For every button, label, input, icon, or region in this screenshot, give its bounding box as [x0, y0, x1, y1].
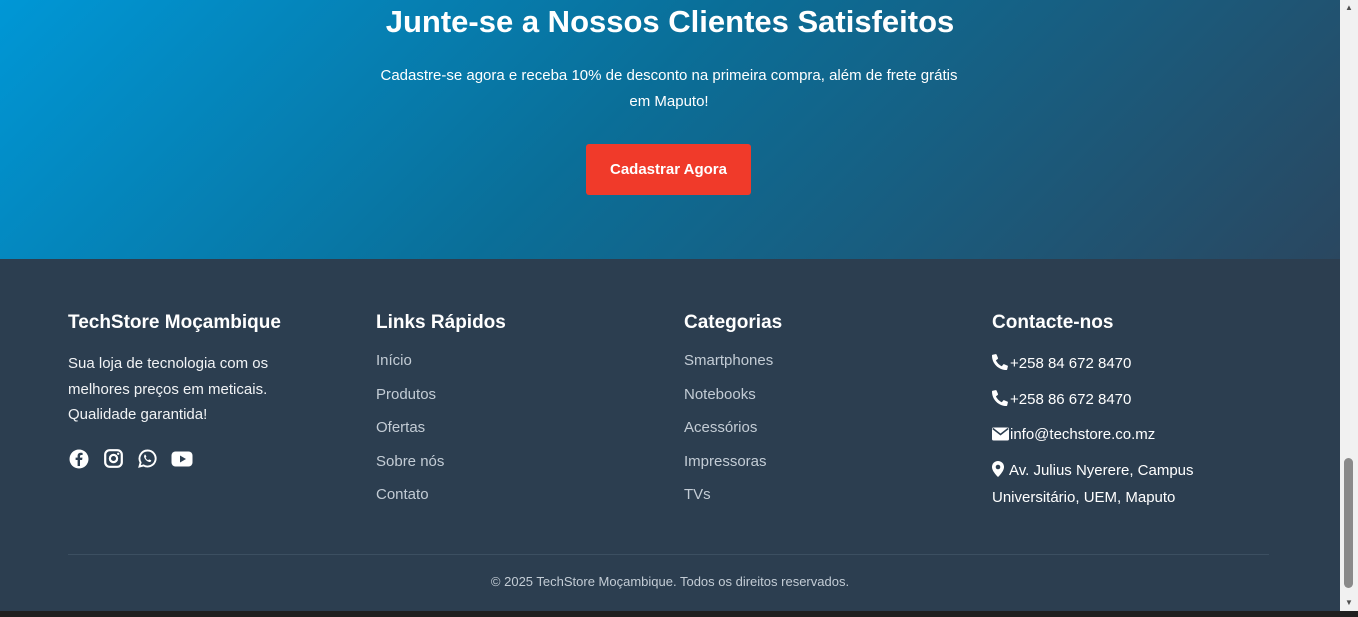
footer-link-products[interactable]: Produtos: [376, 385, 656, 405]
footer-divider: [68, 554, 1269, 555]
footer-link-offers[interactable]: Ofertas: [376, 418, 656, 438]
quick-links-list: Início Produtos Ofertas Sobre nós Contat…: [376, 351, 656, 505]
page-viewport: Junte-se a Nossos Clientes Satisfeitos C…: [0, 0, 1340, 611]
footer-categories-column: Categorias Smartphones Notebooks Acessór…: [684, 309, 964, 519]
quick-links-title: Links Rápidos: [376, 312, 506, 333]
phone-icon: [992, 353, 1010, 378]
contact-phone-2: +258 86 672 8470: [992, 387, 1232, 414]
youtube-icon[interactable]: [170, 448, 194, 470]
category-link-notebooks[interactable]: Notebooks: [684, 385, 964, 405]
category-link-tvs[interactable]: TVs: [684, 485, 964, 505]
copyright-text: © 2025 TechStore Moçambique. Todos os di…: [490, 574, 850, 589]
footer-about-text: Sua loja de tecnologia com os melhores p…: [68, 355, 269, 423]
categories-list: Smartphones Notebooks Acessórios Impress…: [684, 351, 964, 505]
contact-phone-1-text: +258 84 672 8470: [1010, 355, 1132, 372]
contact-list: +258 84 672 8470 +258 86 672 8470 info@t…: [992, 351, 1232, 510]
footer-brand-title: TechStore Moçambique: [68, 312, 281, 333]
footer-link-about[interactable]: Sobre nós: [376, 452, 656, 472]
scroll-down-arrow-icon[interactable]: ▼: [1340, 595, 1358, 611]
cta-description: Cadastre-se agora e receba 10% de descon…: [380, 67, 958, 110]
whatsapp-icon[interactable]: [136, 448, 158, 470]
category-link-printers[interactable]: Impressoras: [684, 452, 964, 472]
scrollbar-thumb[interactable]: [1344, 458, 1353, 588]
instagram-icon[interactable]: [102, 448, 124, 470]
contact-email: info@techstore.co.mz: [992, 422, 1232, 449]
vertical-scrollbar[interactable]: ▲ ▼: [1340, 0, 1358, 611]
footer-quick-links-column: Links Rápidos Início Produtos Ofertas So…: [376, 309, 656, 519]
facebook-icon[interactable]: [68, 448, 90, 470]
footer-link-contact[interactable]: Contato: [376, 485, 656, 505]
register-now-button[interactable]: Cadastrar Agora: [586, 144, 751, 195]
contact-email-text[interactable]: info@techstore.co.mz: [1010, 426, 1155, 443]
contact-phone-1: +258 84 672 8470: [992, 351, 1232, 378]
footer-contact-column: Contacte-nos +258 84 672 8470 +258 86 67…: [992, 309, 1232, 518]
cta-title: Junte-se a Nossos Clientes Satisfeitos: [385, 4, 955, 39]
newsletter-cta-section: Junte-se a Nossos Clientes Satisfeitos C…: [0, 0, 1340, 259]
footer-about-column: TechStore Moçambique Sua loja de tecnolo…: [68, 309, 348, 470]
scroll-up-arrow-icon[interactable]: ▲: [1340, 0, 1358, 16]
category-link-accessories[interactable]: Acessórios: [684, 418, 964, 438]
category-link-smartphones[interactable]: Smartphones: [684, 351, 964, 371]
contact-address: Av. Julius Nyerere, Campus Universitário…: [992, 458, 1232, 510]
phone-icon: [992, 389, 1010, 414]
contact-phone-2-text: +258 86 672 8470: [1010, 390, 1132, 408]
footer-link-home[interactable]: Início: [376, 351, 656, 371]
social-links: [68, 448, 348, 470]
contact-address-text: Av. Julius Nyerere, Campus Universitário…: [992, 461, 1194, 506]
envelope-icon: [992, 424, 1010, 449]
site-footer: TechStore Moçambique Sua loja de tecnolo…: [0, 259, 1340, 611]
contact-title: Contacte-nos: [992, 312, 1114, 333]
map-marker-icon: [992, 460, 1009, 485]
window-bottom-edge: [0, 611, 1358, 617]
categories-title: Categorias: [684, 312, 783, 333]
